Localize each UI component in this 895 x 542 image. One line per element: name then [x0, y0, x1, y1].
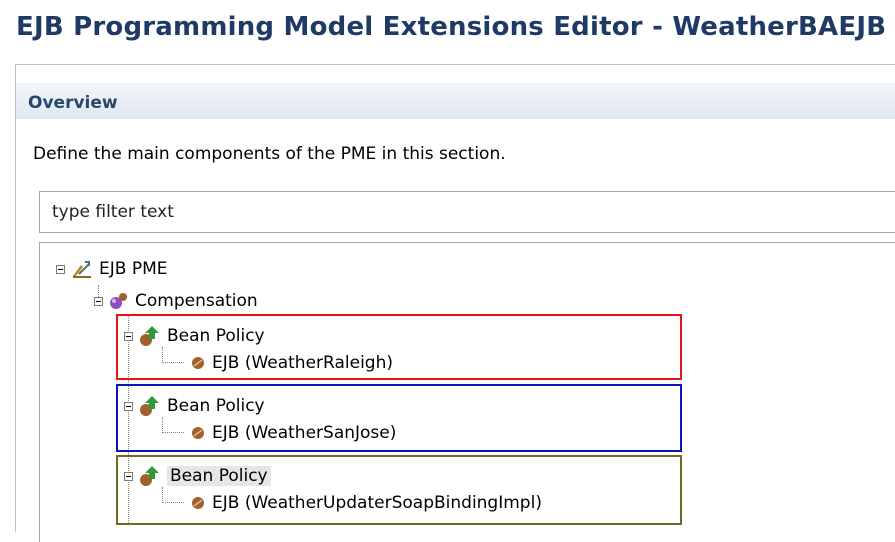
editor-title-bar: EJB Programming Model Extensions Editor … [0, 0, 895, 56]
tree-node-ejb[interactable]: EJB (WeatherSanJose) [190, 423, 396, 443]
overview-section-header[interactable] [16, 83, 895, 119]
collapse-toggle[interactable] [94, 296, 103, 306]
compensation-icon [110, 293, 127, 309]
collapse-toggle[interactable] [124, 401, 133, 411]
bean-policy-icon [140, 466, 159, 486]
tree-node-bean-policy-selected[interactable]: Bean Policy [124, 465, 271, 487]
tree-node-ejb-pme[interactable]: EJB PME [56, 259, 167, 279]
tree-node-ejb[interactable]: EJB (WeatherUpdaterSoapBindingImpl) [190, 493, 542, 513]
tree-node-bean-policy[interactable]: Bean Policy [124, 395, 265, 417]
editor-title: EJB Programming Model Extensions Editor … [16, 12, 887, 42]
collapse-toggle[interactable] [124, 331, 133, 341]
ejb-bean-icon [192, 357, 204, 369]
bean-policy-icon [140, 326, 159, 346]
tree-node-bean-policy[interactable]: Bean Policy [124, 325, 265, 347]
tree-node-ejb[interactable]: EJB (WeatherRaleigh) [190, 353, 393, 373]
tree-connector [162, 487, 163, 503]
tree-node-label: Bean Policy [167, 396, 265, 416]
tree-node-label: EJB (WeatherRaleigh) [212, 353, 393, 373]
tree-connector [162, 362, 184, 363]
tree-connector [162, 347, 163, 363]
tree-connector [162, 502, 184, 503]
collapse-toggle[interactable] [56, 264, 65, 274]
section-title: Overview [28, 93, 118, 113]
tree-node-label: Bean Policy [167, 326, 265, 346]
collapse-toggle[interactable] [124, 471, 133, 481]
pme-tree[interactable]: EJB PME Compensation Bean Policy EJB (We… [39, 242, 895, 542]
tree-node-compensation[interactable]: Compensation [94, 291, 258, 311]
editor-frame-top [15, 64, 895, 65]
tree-node-label: EJB (WeatherSanJose) [212, 423, 397, 443]
tree-node-label: Bean Policy [167, 466, 271, 486]
filter-placeholder: type filter text [52, 202, 174, 222]
tree-connector [162, 432, 184, 433]
bean-policy-icon [140, 396, 159, 416]
editor-frame-left [15, 64, 16, 532]
ejb-bean-icon [192, 427, 204, 439]
section-description: Define the main components of the PME in… [33, 144, 506, 164]
tree-node-label: EJB (WeatherUpdaterSoapBindingImpl) [212, 493, 542, 513]
pme-icon [73, 261, 91, 278]
filter-input[interactable]: type filter text [39, 191, 895, 233]
tree-connector [162, 417, 163, 433]
tree-node-label: Compensation [135, 291, 258, 311]
tree-node-label: EJB PME [99, 259, 168, 279]
ejb-bean-icon [192, 497, 204, 509]
